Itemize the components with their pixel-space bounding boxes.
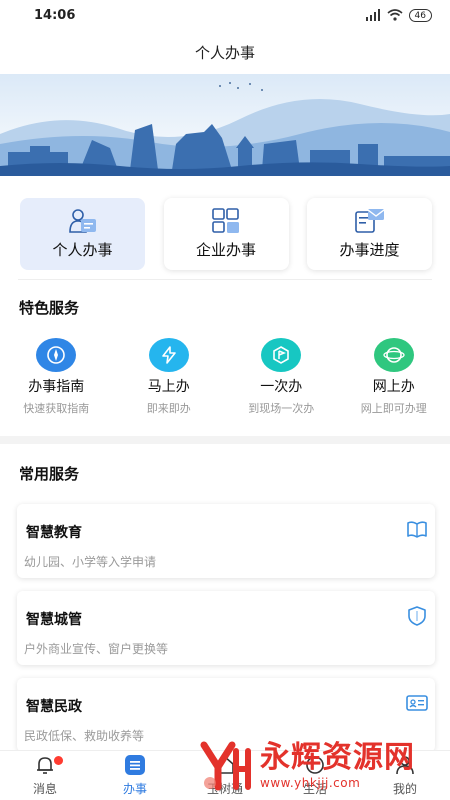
person-card-icon <box>68 209 96 233</box>
special-item-desc: 到现场一次办 <box>248 402 315 415</box>
status-bar: 14:06 46 <box>0 0 450 30</box>
id-card-icon <box>406 695 428 711</box>
section-title-common: 常用服务 <box>19 465 80 483</box>
watermark-logo <box>200 741 251 791</box>
status-icons: 46 <box>365 8 432 22</box>
tile-label: 个人办事 <box>52 241 113 259</box>
service-card-education[interactable]: 智慧教育 幼儿园、小学等入学申请 <box>17 504 435 578</box>
nav-label: 消息 <box>32 782 57 796</box>
special-item-online[interactable]: 网上办 网上即可办理 <box>338 338 450 418</box>
unread-badge <box>54 756 63 765</box>
nav-label: 办事 <box>122 782 147 796</box>
wifi-icon <box>387 9 403 21</box>
card-desc: 户外商业宣传、窗户更换等 <box>24 642 169 656</box>
card-title: 智慧教育 <box>26 525 82 541</box>
page-title: 个人办事 <box>194 43 255 62</box>
book-icon <box>407 521 427 538</box>
battery-indicator: 46 <box>408 8 432 22</box>
special-services: 办事指南 快速获取指南 马上办 即来即办 一次办 到现场一次办 网上办 网上即可… <box>0 338 450 418</box>
special-item-desc: 网上即可办理 <box>360 402 427 415</box>
card-title: 智慧民政 <box>26 699 82 715</box>
primary-tiles: 个人办事 企业办事 办事进度 <box>20 198 432 270</box>
bell-icon <box>37 757 53 774</box>
special-item-once[interactable]: 一次办 到现场一次办 <box>225 338 338 418</box>
enterprise-grid-icon <box>212 208 239 233</box>
watermark-text: 永辉资源网 <box>260 739 415 775</box>
special-item-name: 一次办 <box>260 379 303 395</box>
tile-label: 企业办事 <box>195 241 256 259</box>
signal-icon <box>365 9 380 21</box>
watermark: 永辉资源网 www.yhkjjj.com <box>196 735 446 797</box>
section-title-special: 特色服务 <box>19 299 80 317</box>
tile-label: 办事进度 <box>339 241 400 259</box>
section-divider <box>0 436 450 444</box>
status-time: 14:06 <box>34 7 76 23</box>
special-item-name: 网上办 <box>372 379 415 395</box>
tile-progress[interactable]: 办事进度 <box>307 198 432 270</box>
special-item-instant[interactable]: 马上办 即来即办 <box>113 338 226 418</box>
special-item-name: 办事指南 <box>28 379 85 395</box>
nav-item-messages[interactable]: 消息 <box>0 751 90 800</box>
card-desc: 民政低保、救助收养等 <box>24 729 145 743</box>
shield-icon <box>408 606 426 626</box>
watermark-url: www.yhkjjj.com <box>260 775 361 790</box>
card-desc: 幼儿园、小学等入学申请 <box>24 555 157 569</box>
list-icon <box>125 755 145 775</box>
tile-enterprise-affairs[interactable]: 企业办事 <box>163 198 289 270</box>
special-item-name: 马上办 <box>147 379 190 395</box>
compass-icon <box>36 338 77 372</box>
service-card-urban-management[interactable]: 智慧城管 户外商业宣传、窗户更换等 <box>17 591 435 665</box>
page-title-bar: 个人办事 <box>0 30 450 74</box>
globe-icon <box>373 338 414 372</box>
tile-personal-affairs[interactable]: 个人办事 <box>20 198 145 270</box>
divider <box>18 279 432 280</box>
progress-mail-icon <box>354 209 384 233</box>
banner-illustration <box>0 74 450 176</box>
special-item-guide[interactable]: 办事指南 快速获取指南 <box>0 338 113 418</box>
nav-item-affairs[interactable]: 办事 <box>90 751 180 800</box>
special-item-desc: 即来即办 <box>146 402 191 415</box>
special-item-desc: 快速获取指南 <box>23 402 90 415</box>
lightning-icon <box>148 338 189 372</box>
flag-hexagon-icon <box>261 338 302 372</box>
card-title: 智慧城管 <box>26 612 82 628</box>
